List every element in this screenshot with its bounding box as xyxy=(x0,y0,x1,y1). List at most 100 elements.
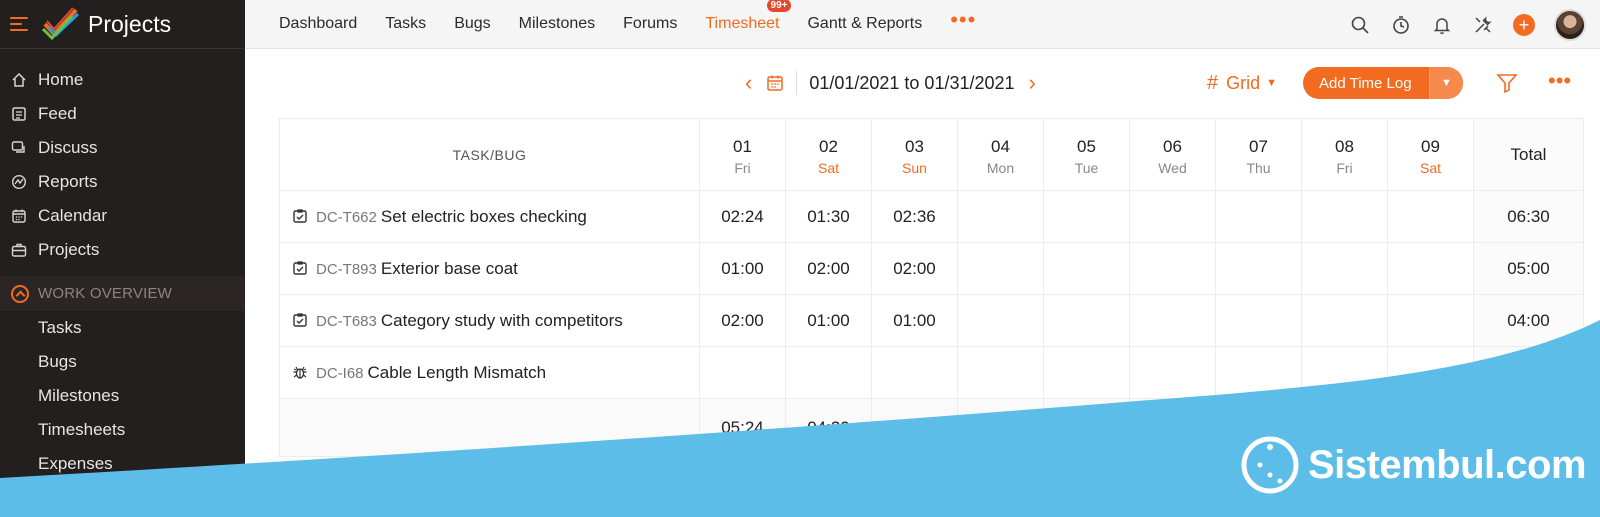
hours-cell[interactable] xyxy=(1387,190,1474,243)
projects-logo-icon xyxy=(42,7,80,41)
hours-cell[interactable] xyxy=(957,190,1044,243)
hours-cell[interactable] xyxy=(1387,346,1474,399)
hours-cell[interactable] xyxy=(1043,346,1130,399)
item-name[interactable]: Category study with competitors xyxy=(381,311,623,330)
hours-cell[interactable] xyxy=(957,346,1044,399)
hours-cell[interactable] xyxy=(699,346,786,399)
sidebar-item-label: Home xyxy=(38,70,84,89)
row-total: 06:30 xyxy=(1473,190,1584,243)
watermark-text: Sistembul.com xyxy=(1308,442,1587,487)
sidebar-item-home[interactable]: Home xyxy=(0,63,245,97)
tab-forums[interactable]: Forums xyxy=(623,15,677,33)
add-options-dropdown[interactable]: ▼ xyxy=(1429,67,1463,99)
item-name[interactable]: Set electric boxes checking xyxy=(381,207,587,226)
sidebar-item-discuss[interactable]: Discuss xyxy=(0,131,245,165)
item-id[interactable]: DC-T893 xyxy=(316,261,377,278)
sidebar-item-feed[interactable]: Feed xyxy=(0,97,245,131)
hours-cell[interactable] xyxy=(1215,294,1302,347)
table-row[interactable]: DC-T662 Set electric boxes checking 02:24 0… xyxy=(279,190,1584,243)
task-cell[interactable]: DC-T893 Exterior base coat xyxy=(279,242,700,295)
more-options-icon[interactable]: ••• xyxy=(1548,68,1571,94)
hours-cell[interactable] xyxy=(1215,242,1302,295)
task-cell[interactable]: DC-T662 Set electric boxes checking xyxy=(279,190,700,243)
task-cell[interactable]: DC-I68 Cable Length Mismatch xyxy=(279,346,700,399)
day-header: 05 Tue xyxy=(1043,118,1130,191)
hours-cell[interactable] xyxy=(1387,242,1474,295)
item-id[interactable]: DC-T662 xyxy=(316,209,377,226)
tab-timesheet[interactable]: Timesheet 99+ xyxy=(705,0,792,33)
sidebar-item-projects[interactable]: Projects xyxy=(0,233,245,267)
hours-cell[interactable]: 01:00 xyxy=(699,242,786,295)
hours-cell[interactable] xyxy=(871,346,958,399)
tab-gantt-reports[interactable]: Gantt & Reports xyxy=(807,15,922,33)
task-bug-header[interactable]: TASK/BUG xyxy=(279,118,700,191)
hours-cell[interactable]: 02:24 xyxy=(699,190,786,243)
sidebar-item-calendar[interactable]: Calendar xyxy=(0,199,245,233)
timesheet-grid: TASK/BUG 01 Fri 02 Sat 03 Sun 04 Mon 05 Tue 0… xyxy=(279,118,1584,457)
work-overview-section[interactable]: WORK OVERVIEW xyxy=(0,276,245,311)
hours-cell[interactable]: 02:36 xyxy=(871,190,958,243)
sidebar-subitem-timesheets[interactable]: Timesheets xyxy=(0,413,245,447)
table-row[interactable]: DC-T893 Exterior base coat 01:00 02:00 02:00… xyxy=(279,242,1584,295)
sidebar-subitem-tasks[interactable]: Tasks xyxy=(0,311,245,345)
item-name[interactable]: Cable Length Mismatch xyxy=(368,363,547,382)
hours-cell[interactable]: 02:00 xyxy=(699,294,786,347)
hours-cell[interactable] xyxy=(1129,190,1216,243)
sidebar-subitem-milestones[interactable]: Milestones xyxy=(0,379,245,413)
sidebar-subitem-expenses[interactable]: Expenses xyxy=(0,447,245,481)
hours-cell[interactable] xyxy=(1301,190,1388,243)
calendar-picker-icon[interactable] xyxy=(766,74,784,92)
hours-cell[interactable] xyxy=(1301,294,1388,347)
hours-cell[interactable] xyxy=(957,294,1044,347)
item-id[interactable]: DC-T683 xyxy=(316,313,377,330)
table-row[interactable]: DC-I68 Cable Length Mismatch 04:24 xyxy=(279,346,1584,399)
hours-cell[interactable]: 01:00 xyxy=(871,294,958,347)
day-of-week: Fri xyxy=(1336,160,1353,176)
timer-icon[interactable] xyxy=(1390,14,1412,36)
search-icon[interactable] xyxy=(1349,14,1371,36)
next-range-icon[interactable]: › xyxy=(1029,70,1036,96)
hours-cell[interactable]: 02:00 xyxy=(785,242,872,295)
sidebar-subitem-bugs[interactable]: Bugs xyxy=(0,345,245,379)
add-time-log-button[interactable]: Add Time Log ▼ xyxy=(1303,67,1463,99)
tab-dashboard[interactable]: Dashboard xyxy=(279,15,357,33)
view-selector[interactable]: # Grid ▼ xyxy=(1207,60,1277,106)
hours-cell[interactable]: 02:00 xyxy=(871,242,958,295)
tab-tasks[interactable]: Tasks xyxy=(385,15,426,33)
hours-cell[interactable] xyxy=(1043,294,1130,347)
bell-icon[interactable] xyxy=(1431,14,1453,36)
tab-milestones[interactable]: Milestones xyxy=(519,15,595,33)
date-range[interactable]: 01/01/2021 to 01/31/2021 xyxy=(809,73,1014,94)
hours-cell[interactable] xyxy=(1129,294,1216,347)
task-cell[interactable]: DC-T683 Category study with competitors xyxy=(279,294,700,347)
hours-cell[interactable] xyxy=(1387,294,1474,347)
add-time-log-label: Add Time Log xyxy=(1319,74,1412,92)
hours-cell[interactable] xyxy=(1043,190,1130,243)
hours-cell[interactable]: 01:30 xyxy=(785,190,872,243)
tab-bugs[interactable]: Bugs xyxy=(454,15,490,33)
previous-range-icon[interactable]: ‹ xyxy=(745,70,752,96)
hours-cell[interactable] xyxy=(1043,242,1130,295)
hours-cell[interactable] xyxy=(1215,346,1302,399)
day-of-week: Fri xyxy=(734,160,751,176)
hours-cell[interactable] xyxy=(785,346,872,399)
hours-cell[interactable] xyxy=(957,242,1044,295)
user-avatar[interactable] xyxy=(1554,8,1586,41)
item-name[interactable]: Exterior base coat xyxy=(381,259,518,278)
sidebar-item-reports[interactable]: Reports xyxy=(0,165,245,199)
hours-cell[interactable]: 01:00 xyxy=(785,294,872,347)
hours-cell[interactable] xyxy=(1129,346,1216,399)
task-icon xyxy=(292,260,308,276)
filter-icon[interactable] xyxy=(1496,72,1518,94)
quick-add-button[interactable]: + xyxy=(1513,13,1535,36)
hours-cell[interactable] xyxy=(1215,190,1302,243)
table-row[interactable]: DC-T683 Category study with competitors 02… xyxy=(279,294,1584,347)
tools-icon[interactable] xyxy=(1472,14,1494,36)
hours-cell[interactable] xyxy=(1129,242,1216,295)
day-of-week: Mon xyxy=(986,160,1015,176)
hours-cell[interactable] xyxy=(1301,346,1388,399)
hours-cell[interactable] xyxy=(1301,242,1388,295)
more-tabs-icon[interactable]: ••• xyxy=(950,7,976,33)
hamburger-menu-icon[interactable] xyxy=(10,17,30,31)
item-id[interactable]: DC-I68 xyxy=(316,365,364,382)
